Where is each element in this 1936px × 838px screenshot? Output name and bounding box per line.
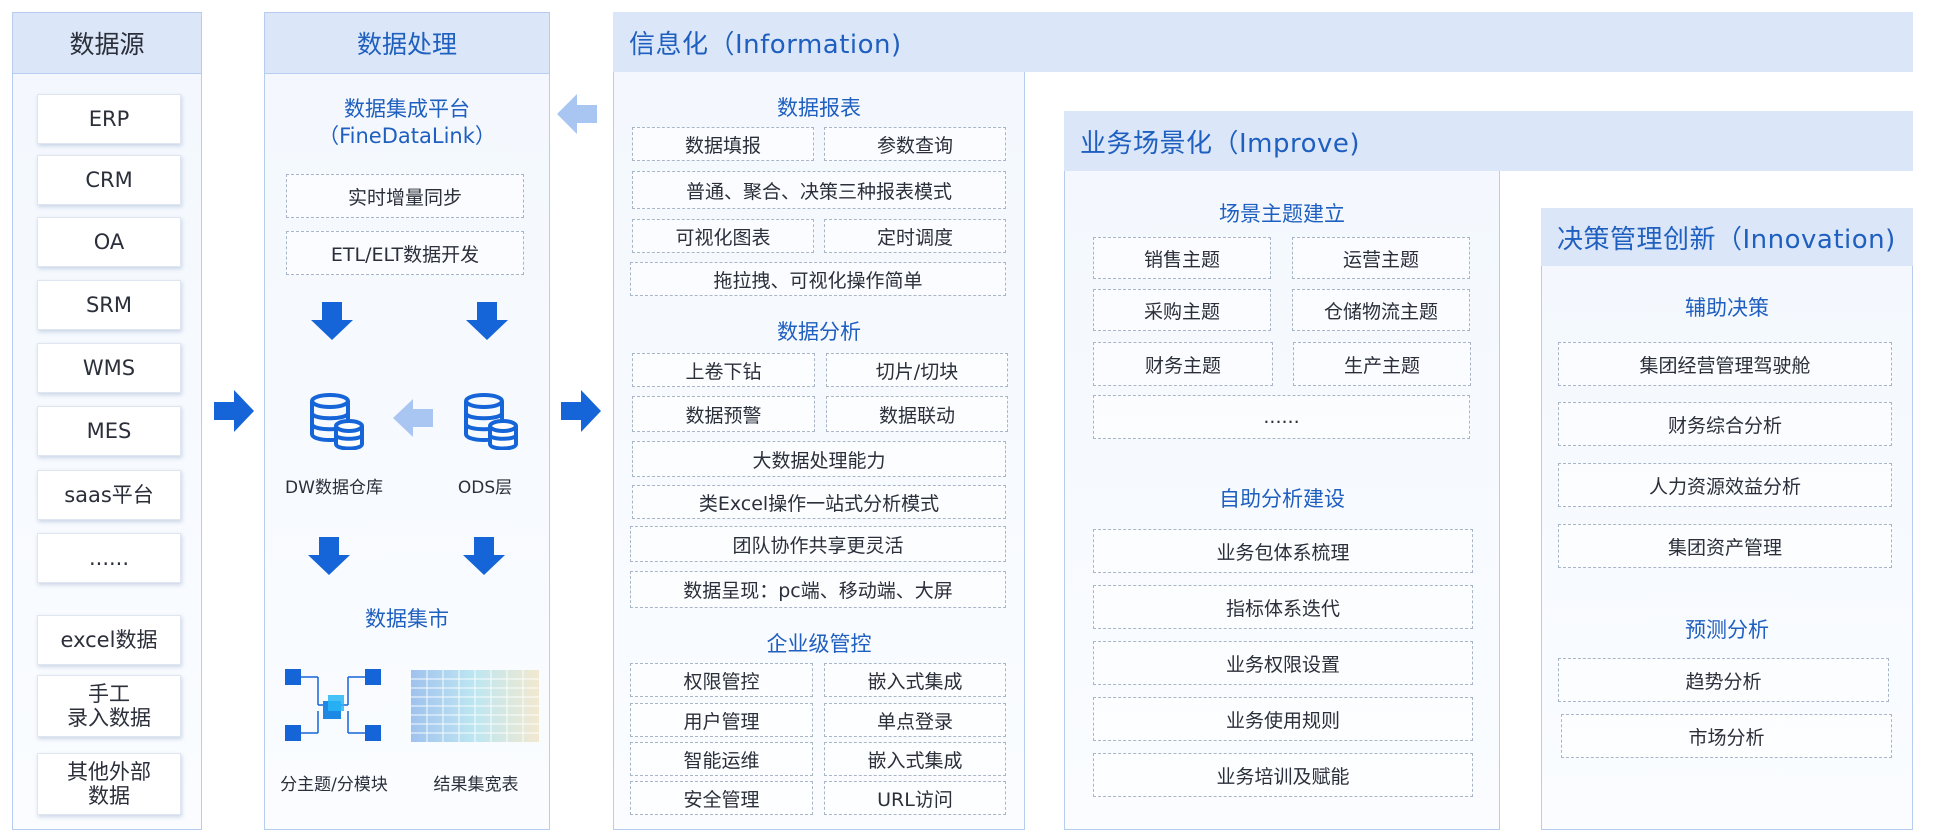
innovation-header: 决策管理创新（Innovation) — [1541, 208, 1913, 266]
decision-item: 人力资源效益分析 — [1558, 463, 1892, 507]
analysis-item: 上卷下钻 — [632, 353, 815, 387]
scene-item: 采购主题 — [1093, 289, 1271, 331]
governance-item: 权限管控 — [630, 663, 813, 697]
source-item-srm: SRM — [37, 280, 181, 330]
analysis-item: 大数据处理能力 — [632, 441, 1006, 477]
decision-item: 财务综合分析 — [1558, 402, 1892, 446]
report-item: 普通、聚合、决策三种报表模式 — [632, 171, 1006, 209]
subject-module-label: 分主题/分模块 — [280, 775, 388, 795]
self-service-item: 业务权限设置 — [1093, 641, 1473, 685]
innovation-title: 决策管理创新（Innovation) — [1557, 224, 1896, 255]
information-header: 信息化（Information) — [613, 12, 1913, 72]
arrow-right-icon — [214, 390, 254, 432]
source-item-wms: WMS — [37, 343, 181, 393]
report-item: 数据填报 — [632, 127, 814, 161]
source-item-more: ...... — [37, 533, 181, 583]
data-mart-title: 数据集市 — [365, 607, 449, 631]
forecast-title: 预测分析 — [1685, 618, 1769, 642]
arrow-left-icon — [393, 399, 433, 437]
source-item-saas: saas平台 — [37, 470, 181, 520]
platform-title: 数据集成平台 （FineDataLink） — [264, 96, 550, 150]
analysis-item: 类Excel操作一站式分析模式 — [632, 485, 1006, 519]
information-title: 信息化（Information) — [629, 29, 902, 60]
arrow-down-icon — [311, 302, 353, 340]
scene-item: 仓储物流主题 — [1292, 289, 1470, 331]
source-item-mes: MES — [37, 406, 181, 456]
module-network-icon — [283, 667, 383, 747]
source-item-crm: CRM — [37, 155, 181, 205]
analysis-item: 切片/切块 — [826, 353, 1008, 387]
self-service-item: 业务使用规则 — [1093, 697, 1473, 741]
self-service-item: 业务培训及赋能 — [1093, 753, 1473, 797]
decision-item: 集团经营管理驾驶舱 — [1558, 342, 1892, 386]
dw-label: DW数据仓库 — [285, 478, 383, 498]
source-item-oa: OA — [37, 217, 181, 267]
platform-title-line1: 数据集成平台 — [344, 97, 470, 121]
self-service-item: 指标体系迭代 — [1093, 585, 1473, 629]
platform-title-line2: （FineDataLink） — [318, 124, 496, 148]
reports-title: 数据报表 — [777, 96, 861, 120]
data-processing-header: 数据处理 — [265, 13, 549, 74]
governance-item: 单点登录 — [824, 703, 1006, 737]
improve-title: 业务场景化（Improve) — [1080, 128, 1361, 159]
realtime-sync-box: 实时增量同步 — [286, 174, 524, 218]
report-item: 定时调度 — [824, 219, 1006, 253]
source-item-manual: 手工 录入数据 — [37, 675, 181, 737]
scene-item: 销售主题 — [1093, 237, 1271, 279]
scene-theme-title: 场景主题建立 — [1219, 202, 1345, 226]
arrow-down-icon — [463, 537, 505, 575]
analysis-item: 团队协作共享更灵活 — [630, 526, 1006, 562]
wide-table-icon — [411, 670, 539, 746]
arrow-right-icon — [561, 390, 601, 432]
dw-database-icon — [308, 392, 364, 454]
analysis-item: 数据联动 — [826, 396, 1008, 432]
scene-item: ...... — [1093, 395, 1470, 439]
data-source-header: 数据源 — [13, 13, 201, 74]
source-item-erp: ERP — [37, 94, 181, 144]
source-item-external: 其他外部 数据 — [37, 753, 181, 815]
data-processing-title: 数据处理 — [356, 30, 457, 59]
analysis-item: 数据预警 — [632, 396, 815, 432]
improve-header: 业务场景化（Improve) — [1064, 111, 1913, 171]
report-item: 拖拉拽、可视化操作简单 — [630, 262, 1006, 296]
forecast-item: 市场分析 — [1561, 714, 1892, 758]
decision-support-title: 辅助决策 — [1685, 296, 1769, 320]
source-item-excel: excel数据 — [37, 615, 181, 665]
ods-database-icon — [462, 392, 518, 454]
decision-item: 集团资产管理 — [1558, 524, 1892, 568]
data-source-title: 数据源 — [69, 30, 145, 59]
arrow-left-icon — [557, 94, 597, 134]
report-item: 可视化图表 — [632, 219, 814, 253]
governance-item: 用户管理 — [630, 703, 813, 737]
result-wide-table-label: 结果集宽表 — [433, 775, 519, 795]
etl-box: ETL/ELT数据开发 — [286, 231, 524, 275]
governance-item: 嵌入式集成 — [824, 663, 1006, 697]
forecast-item: 趋势分析 — [1558, 658, 1889, 702]
governance-item: URL访问 — [824, 781, 1006, 815]
scene-item: 运营主题 — [1292, 237, 1470, 279]
analysis-item: 数据呈现：pc端、移动端、大屏 — [630, 571, 1006, 608]
scene-item: 生产主题 — [1293, 342, 1471, 386]
analysis-title: 数据分析 — [777, 320, 861, 344]
arrow-down-icon — [308, 537, 350, 575]
self-service-item: 业务包体系梳理 — [1093, 529, 1473, 573]
self-service-title: 自助分析建设 — [1219, 487, 1345, 511]
governance-item: 安全管理 — [630, 781, 813, 815]
report-item: 参数查询 — [824, 127, 1006, 161]
governance-title: 企业级管控 — [766, 632, 872, 656]
scene-item: 财务主题 — [1093, 342, 1273, 386]
arrow-down-icon — [466, 302, 508, 340]
governance-item: 智能运维 — [630, 742, 813, 776]
ods-label: ODS层 — [457, 478, 513, 498]
governance-item: 嵌入式集成 — [824, 742, 1006, 776]
